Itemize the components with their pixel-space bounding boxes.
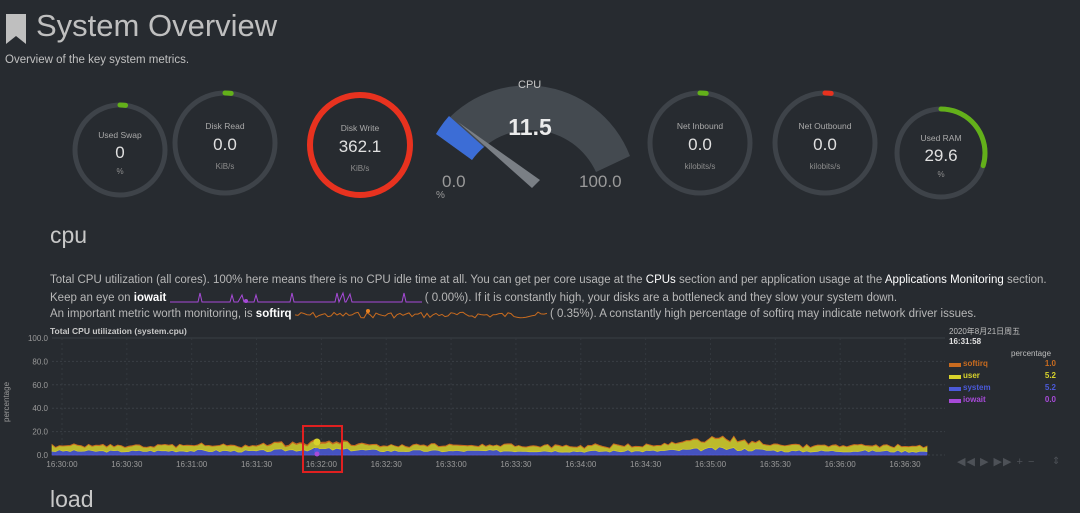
y-tick-label: 40.0 <box>32 404 48 413</box>
gauge-value: 0.0 <box>688 135 712 155</box>
line1-text: Total CPU utilization (all cores). 100% … <box>50 274 646 286</box>
gauge-net-inbound[interactable]: Net Inbound 0.0 kilobits/s <box>645 88 755 198</box>
x-tick-label: 16:35:00 <box>695 460 727 469</box>
line3-text: An important metric worth monitoring, is <box>50 308 256 321</box>
gauge-unit: KiB/s <box>215 161 235 171</box>
y-tick-label: 100.0 <box>28 334 49 343</box>
x-tick-label: 16:33:30 <box>500 460 532 469</box>
legend-value: 5.2 <box>1044 371 1056 380</box>
gauge-value: 0 <box>115 143 125 162</box>
x-tick-label: 16:36:30 <box>889 460 921 469</box>
gauge-label: Disk Write <box>340 123 380 133</box>
legend-time: 16:31:58 <box>949 337 982 346</box>
gauge-disk-read[interactable]: Disk Read 0.0 KiB/s <box>170 88 280 198</box>
legend-item-softirq[interactable]: softirq 1.0 <box>949 359 1056 370</box>
legend-units: percentage <box>1011 349 1052 358</box>
y-tick-label: 20.0 <box>32 428 48 437</box>
x-tick-label: 16:35:30 <box>760 460 792 469</box>
cpu-gauge-unit: % <box>436 190 445 201</box>
legend-name: system <box>963 383 991 392</box>
gauge-value: 0.0 <box>813 135 837 155</box>
softirq-label: softirq <box>255 308 292 321</box>
x-tick-label: 16:30:00 <box>46 460 78 469</box>
line1-end-text: section. <box>1003 274 1047 286</box>
cpu-gauge-max: 100.0 <box>579 172 622 191</box>
legend-name: softirq <box>963 359 988 368</box>
gauge-label: Net Outbound <box>798 121 852 131</box>
gauge-unit: KiB/s <box>350 163 370 173</box>
legend-value: 1.0 <box>1044 359 1056 368</box>
legend-value: 0.0 <box>1044 395 1056 404</box>
page-title: System Overview <box>36 8 278 43</box>
legend-value: 5.2 <box>1044 383 1056 392</box>
legend-swatch <box>949 375 961 379</box>
gauge-disk-write[interactable]: Disk Write 362.1 KiB/s <box>305 90 415 200</box>
x-tick-label: 16:32:30 <box>371 460 403 469</box>
cpu-gauge-value: 11.5 <box>508 114 552 140</box>
gauge-label: Used RAM <box>920 133 962 144</box>
legend-item-user[interactable]: user 5.2 <box>949 371 1056 382</box>
gauge-used-ram[interactable]: Used RAM 29.6% <box>892 104 990 202</box>
gauge-value: 29.6 <box>924 146 958 166</box>
iowait-label: iowait <box>133 292 167 305</box>
section-heading: cpu <box>50 222 88 248</box>
y-tick-label: 80.0 <box>32 357 48 366</box>
cpu-gauge-title: CPU <box>518 79 542 91</box>
legend-item-system[interactable]: system 5.2 <box>949 383 1056 394</box>
legend-date: 2020年8月21日周五 <box>949 327 1021 336</box>
cpu-chart[interactable]: 100.0 80.0 60.0 40.0 20.0 0.016:30:00 16:30:30… <box>0 330 950 475</box>
gauge-unit: % <box>937 169 945 179</box>
x-tick-label: 16:31:00 <box>176 460 208 469</box>
highlight-box <box>302 425 343 473</box>
gauge-net-outbound[interactable]: Net Outbound 0.0 kilobits/s <box>770 88 880 198</box>
line2-text: Keep an eye on <box>50 292 134 305</box>
x-tick-label: 16:36:00 <box>825 460 857 469</box>
gauge-unit: kilobits/s <box>809 161 841 171</box>
legend-swatch <box>949 363 961 367</box>
cpus-link[interactable]: CPUs <box>646 274 676 286</box>
softirq-value-text: ( 0.35%). A constantly high percentage o… <box>549 308 977 321</box>
gauge-value: 0.0 <box>213 135 237 155</box>
gauge-unit: % <box>116 167 124 176</box>
chart-navigation-controls[interactable]: ◀◀ ▶ ▶▶ + − <box>957 455 1035 468</box>
legend-name: iowait <box>963 395 986 404</box>
x-tick-label: 16:34:00 <box>565 460 597 469</box>
gauge-value: 362.1 <box>338 137 382 157</box>
iowait-value-text: ( 0.00%). If it is constantly high, your… <box>424 292 898 305</box>
legend-swatch <box>949 399 961 403</box>
iowait-sparkline[interactable] <box>169 291 422 305</box>
gauge-label: Net Inbound <box>676 121 724 131</box>
bookmark-icon <box>6 14 26 44</box>
x-tick-label: 16:31:30 <box>241 460 273 469</box>
x-tick-label: 16:34:30 <box>630 460 662 469</box>
y-tick-label: 60.0 <box>32 381 48 390</box>
y-tick-label: 0.0 <box>37 451 49 460</box>
chart-resize-handle[interactable]: ⇕ <box>1052 456 1060 467</box>
x-tick-label: 16:33:00 <box>436 460 468 469</box>
cpu-gauge-min: 0.0 <box>442 172 466 191</box>
legend-name: user <box>963 371 980 380</box>
cpu-description-line1: Total CPU utilization (all cores). 100% … <box>50 274 1047 286</box>
legend-swatch <box>949 387 961 391</box>
cpu-description-line2: Keep an eye on iowait ( 0.00%). If it is… <box>50 291 897 305</box>
cpu-description-line3: An important metric worth monitoring, is… <box>50 307 976 321</box>
gauge-label: Disk Read <box>205 121 245 131</box>
page-subtitle: Overview of the key system metrics. <box>5 54 190 66</box>
gauge-used-swap[interactable]: Used Swap 0% <box>70 100 170 200</box>
legend-item-iowait[interactable]: iowait 0.0 <box>949 395 1056 406</box>
gauge-label: Used Swap <box>98 130 142 140</box>
line1-mid-text: section and per application usage at the <box>675 274 885 286</box>
x-tick-label: 16:30:30 <box>111 460 143 469</box>
applications-monitoring-link[interactable]: Applications Monitoring <box>885 274 1004 286</box>
gauge-unit: kilobits/s <box>684 161 716 171</box>
softirq-sparkline[interactable] <box>294 307 547 321</box>
